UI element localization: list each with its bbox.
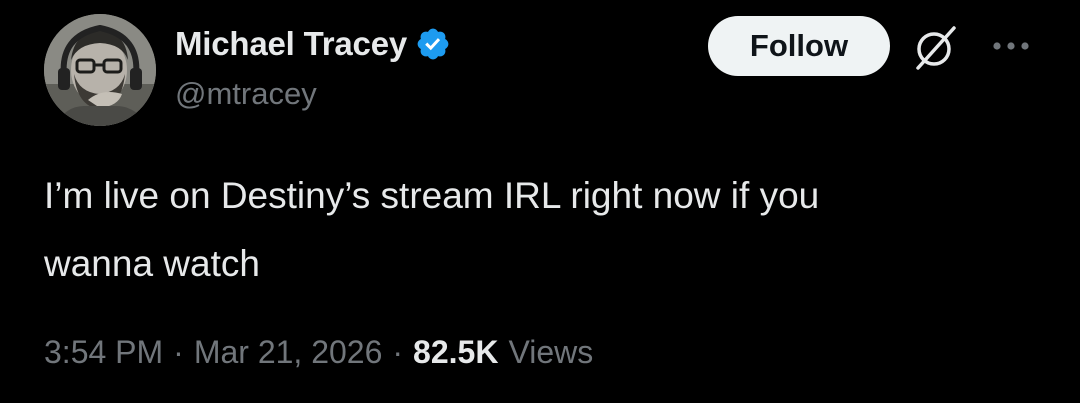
grok-icon[interactable] [910, 24, 960, 72]
author-handle[interactable]: @mtracey [175, 76, 317, 112]
more-icon[interactable] [990, 36, 1034, 56]
avatar-image [44, 14, 156, 126]
follow-button[interactable]: Follow [708, 16, 890, 76]
tweet-time[interactable]: 3:54 PM [44, 334, 163, 371]
tweet-date[interactable]: Mar 21, 2026 [194, 334, 383, 371]
tweet-card: Michael Tracey @mtracey Follow I’m live … [0, 0, 1080, 403]
tweet-text: I’m live on Destiny’s stream IRL right n… [44, 175, 820, 284]
meta-separator: · [173, 334, 184, 370]
author-name-row: Michael Tracey [175, 22, 451, 66]
meta-separator: · [392, 334, 404, 370]
views-count[interactable]: 82.5K [413, 334, 498, 371]
author-display-name[interactable]: Michael Tracey [175, 25, 407, 63]
avatar[interactable] [44, 14, 156, 126]
tweet-meta: 3:54 PM · Mar 21, 2026 · 82.5K Views [44, 334, 593, 371]
verified-badge-icon[interactable] [415, 26, 451, 62]
views-label: Views [508, 334, 594, 370]
